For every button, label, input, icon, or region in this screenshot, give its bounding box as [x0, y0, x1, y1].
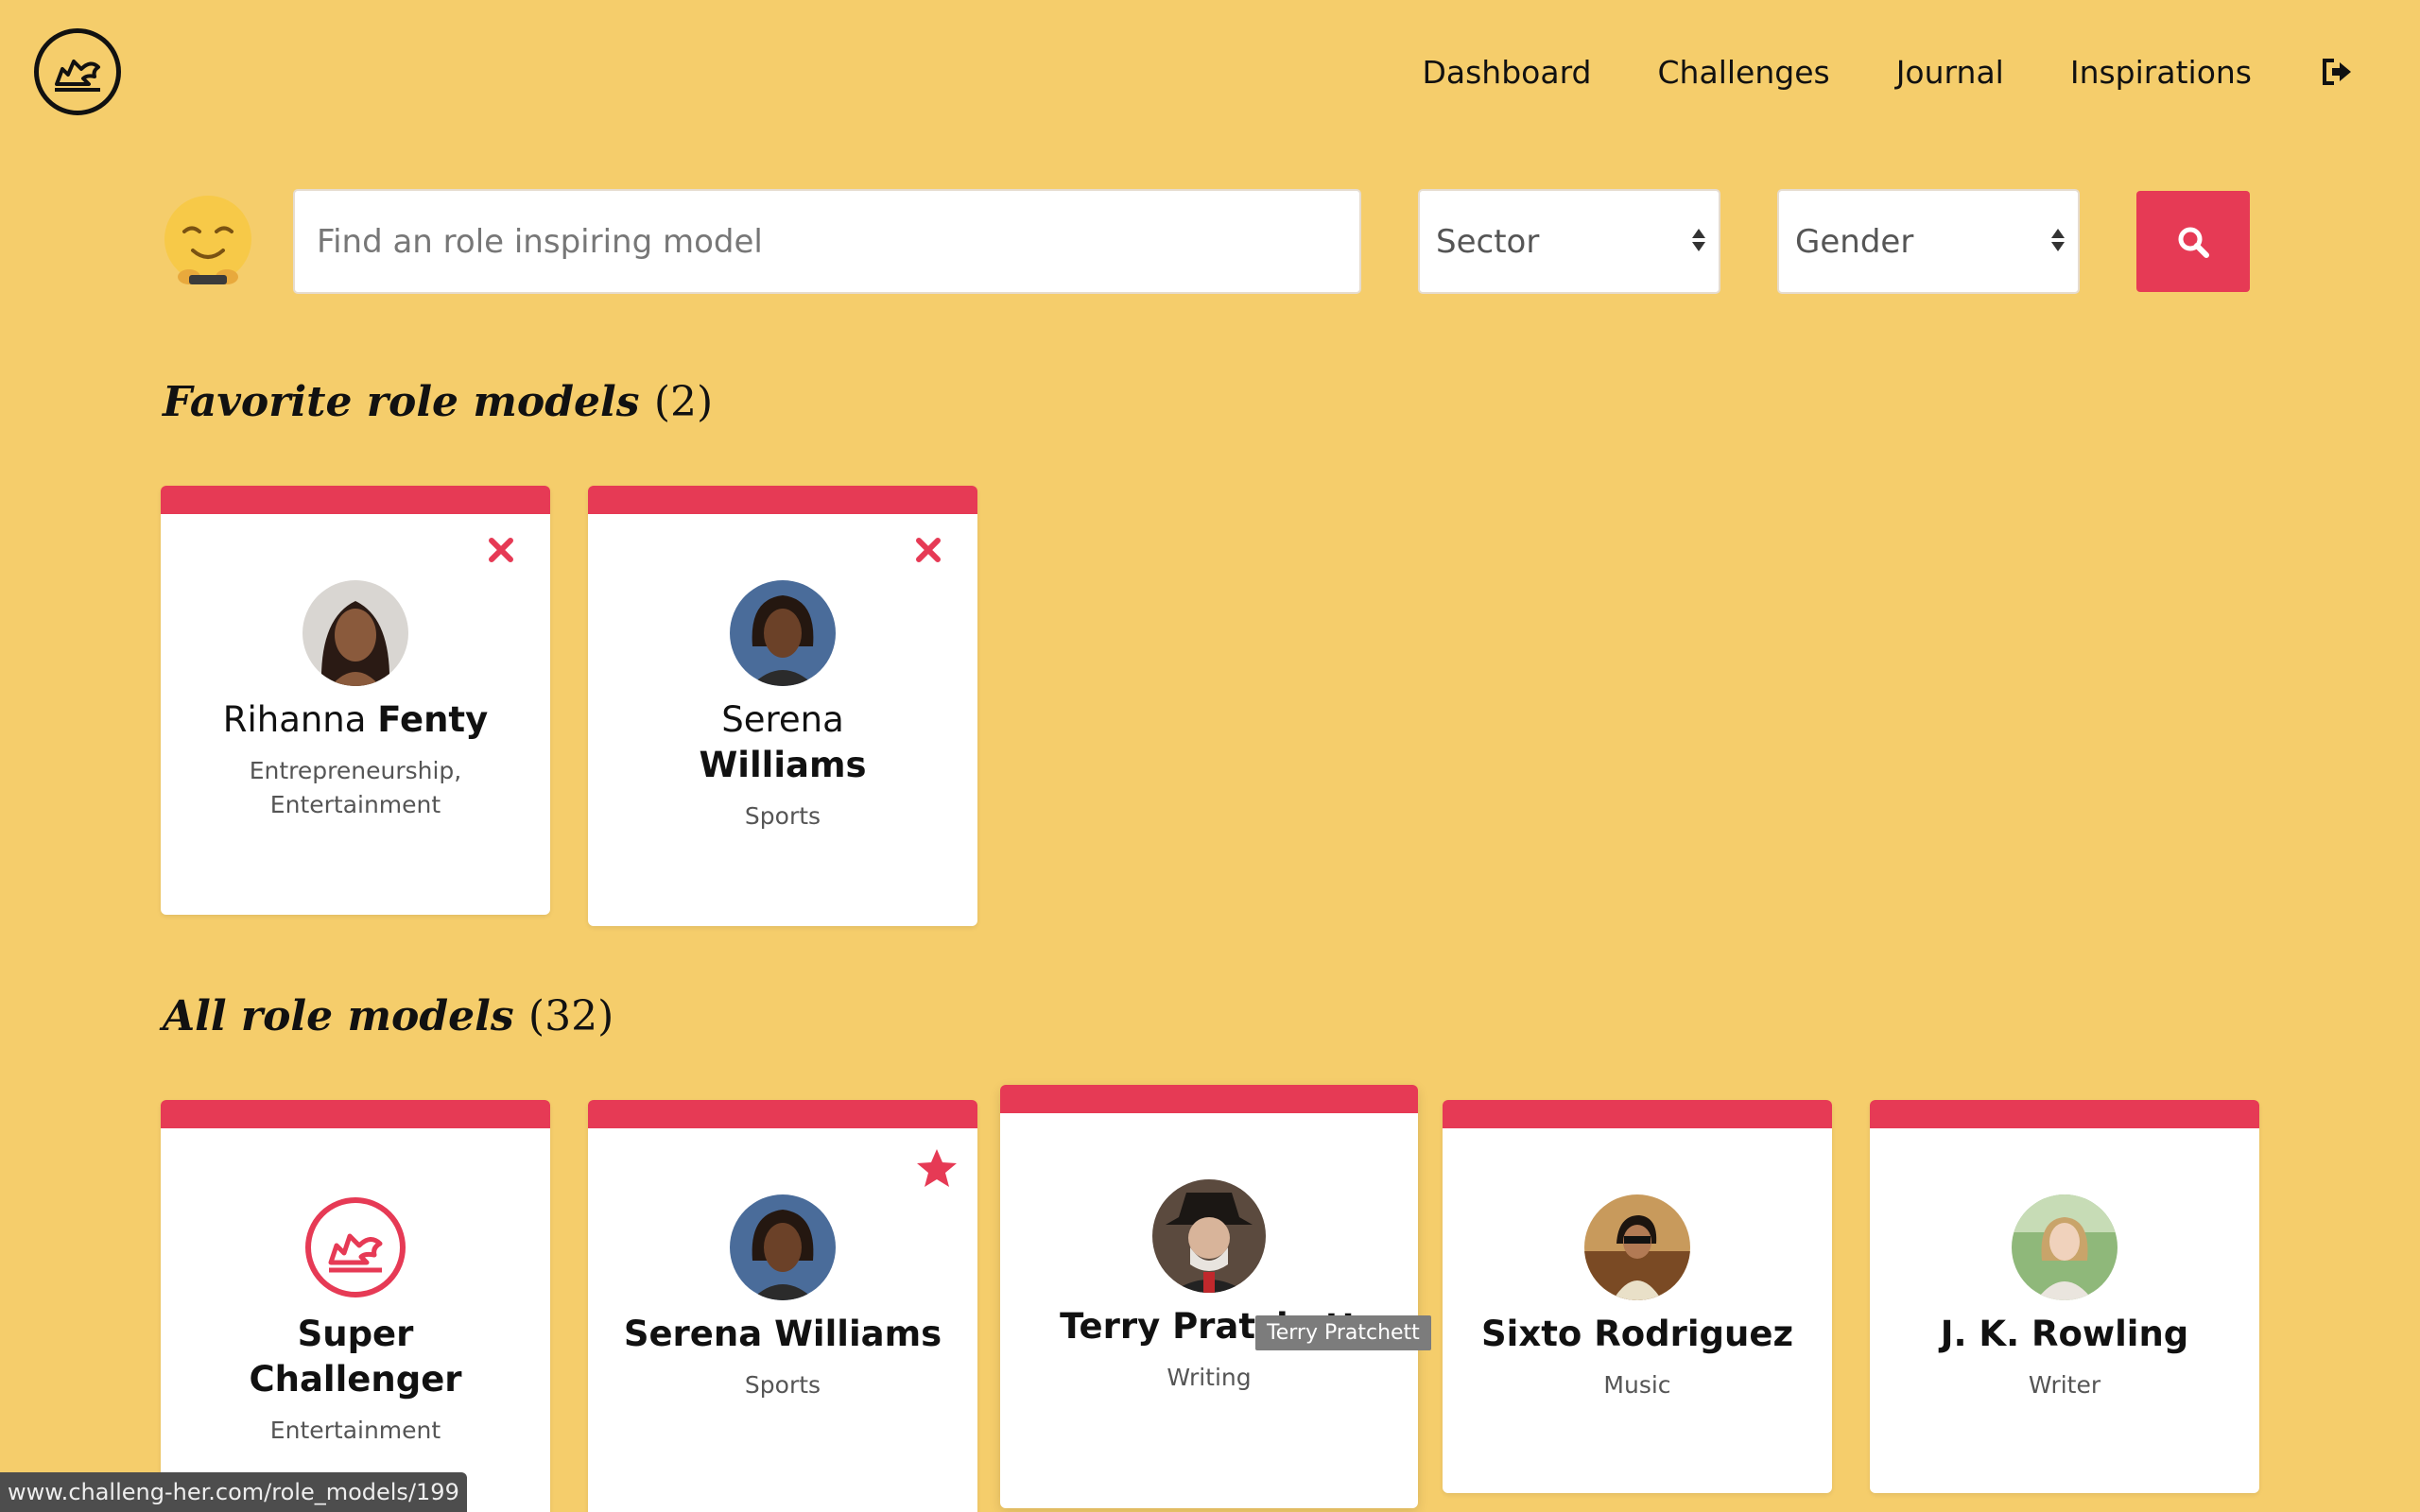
role-model-card[interactable]: Sixto Rodriguez Music	[1443, 1100, 1832, 1493]
role-model-name: Serena Williams	[588, 697, 977, 788]
gender-select[interactable]: Gender	[1777, 189, 2080, 294]
favorite-star-icon[interactable]	[915, 1147, 959, 1189]
logout-icon[interactable]	[2318, 55, 2356, 89]
app-logo[interactable]	[34, 28, 121, 115]
role-model-name: Super Challenger	[249, 1314, 462, 1400]
role-model-name: Sixto Rodriguez	[1481, 1314, 1793, 1354]
favorite-card-rihanna[interactable]: Rihanna Fenty Entrepreneurship, Entertai…	[161, 486, 550, 915]
avatar	[1584, 1194, 1690, 1300]
avatar	[730, 1194, 836, 1300]
sector-select-label: Sector	[1436, 222, 1540, 261]
sector-select[interactable]: Sector	[1418, 189, 1720, 294]
challenger-logo-icon	[305, 1197, 406, 1297]
role-model-name: J. K. Rowling	[1940, 1314, 2189, 1354]
role-model-sector: Music	[1603, 1371, 1671, 1399]
role-model-sector: Writer	[2028, 1371, 2101, 1399]
role-model-sector: Entrepreneurship, Entertainment	[249, 757, 462, 818]
role-model-card[interactable]: Super Challenger Entertainment	[161, 1100, 550, 1512]
role-model-sector: Entertainment	[269, 1417, 441, 1444]
smile-emoji-icon	[161, 194, 255, 288]
nav-challenges[interactable]: Challenges	[1658, 57, 1830, 88]
avatar	[730, 580, 836, 686]
role-model-card[interactable]: J. K. Rowling Writer	[1870, 1100, 2259, 1493]
role-model-card[interactable]: Terry Pratchett Writing	[1000, 1085, 1418, 1508]
nav-journal[interactable]: Journal	[1896, 57, 2004, 88]
role-model-sector: Sports	[744, 802, 821, 830]
favorites-count: (2)	[653, 378, 714, 426]
favorite-card-serena[interactable]: Serena Williams Sports	[588, 486, 977, 926]
avatar	[2012, 1194, 2118, 1300]
favorites-title: Favorite role models	[163, 378, 640, 426]
status-bar-url: www.challeng-her.com/role_models/199	[0, 1472, 467, 1512]
role-model-sector: Writing	[1167, 1364, 1252, 1391]
all-role-models-count: (32)	[527, 992, 614, 1040]
remove-favorite-icon[interactable]	[486, 535, 516, 565]
all-role-models-title: All role models	[163, 992, 514, 1040]
role-model-name: Rihanna Fenty	[161, 697, 550, 743]
hover-tooltip: Terry Pratchett	[1255, 1315, 1431, 1350]
nav-dashboard[interactable]: Dashboard	[1422, 57, 1591, 88]
top-nav: Dashboard Challenges Journal Inspiration…	[1356, 55, 2356, 89]
avatar	[302, 1194, 408, 1300]
first-name: Rihanna	[222, 699, 367, 740]
role-model-card[interactable]: Serena Williams Sports	[588, 1100, 977, 1512]
avatar	[302, 580, 408, 686]
last-name: Williams	[699, 745, 867, 785]
all-role-models-heading: All role models (32)	[163, 992, 614, 1040]
gender-select-label: Gender	[1795, 222, 1914, 261]
favorites-heading: Favorite role models (2)	[163, 378, 713, 426]
search-button[interactable]	[2136, 191, 2250, 292]
role-model-search-input[interactable]	[293, 189, 1361, 294]
role-model-sector: Sports	[744, 1371, 821, 1399]
nav-inspirations[interactable]: Inspirations	[2070, 57, 2252, 88]
last-name: Fenty	[377, 699, 489, 740]
remove-favorite-icon[interactable]	[913, 535, 943, 565]
select-arrows-icon	[1692, 229, 1705, 251]
first-name: Serena	[721, 699, 844, 740]
search-icon	[2178, 227, 2209, 258]
select-arrows-icon	[2051, 229, 2065, 251]
role-model-name: Serena Williams	[623, 1314, 942, 1354]
avatar	[1152, 1179, 1266, 1293]
